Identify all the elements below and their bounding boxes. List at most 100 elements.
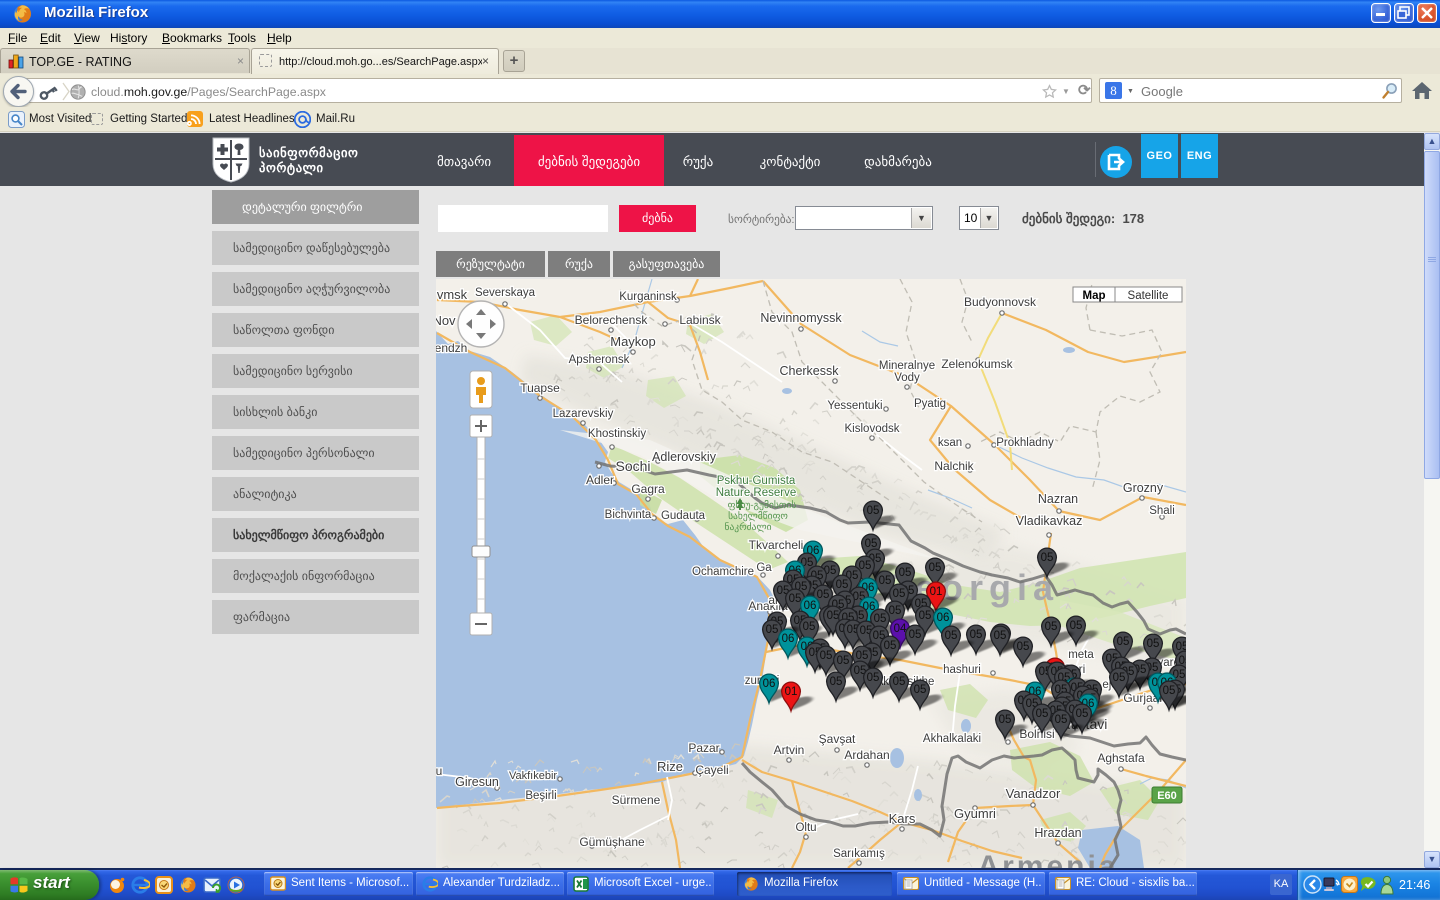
svg-text:vmsk: vmsk (437, 287, 468, 302)
svg-text:05: 05 (879, 575, 892, 587)
svg-text:Pyatig: Pyatig (914, 398, 946, 410)
svg-text:Sarıkamış: Sarıkamış (833, 848, 885, 860)
svg-text:Kislovodsk: Kislovodsk (845, 423, 900, 435)
svg-text:Artvin: Artvin (774, 743, 805, 757)
svg-text:05: 05 (914, 684, 927, 696)
svg-text:Vakfıkebir: Vakfıkebir (509, 770, 557, 782)
svg-text:05: 05 (1045, 621, 1058, 633)
svg-text:05: 05 (837, 655, 850, 667)
svg-text:meta: meta (1068, 649, 1094, 661)
svg-text:05: 05 (994, 630, 1007, 642)
svg-text:Nature Reserve: Nature Reserve (716, 487, 797, 499)
svg-text:05: 05 (827, 610, 840, 622)
svg-text:Sürmene: Sürmene (612, 793, 661, 807)
svg-text:Akhalkalaki: Akhalkalaki (923, 733, 981, 745)
svg-text:Nevinnomyssk: Nevinnomyssk (760, 311, 842, 325)
svg-text:04: 04 (894, 623, 907, 635)
svg-text:Satellite: Satellite (1128, 290, 1169, 302)
svg-text:Kurganinsk: Kurganinsk (619, 291, 677, 303)
svg-text:05: 05 (789, 593, 802, 605)
svg-text:05: 05 (820, 650, 833, 662)
svg-text:Çayeli: Çayeli (695, 763, 728, 777)
svg-text:Lazarevskiy: Lazarevskiy (553, 408, 614, 420)
svg-text:Pazar: Pazar (688, 741, 719, 755)
svg-text:05: 05 (889, 605, 902, 617)
svg-text:Maykop: Maykop (610, 334, 656, 349)
svg-text:05: 05 (836, 579, 849, 591)
svg-text:Prokhladny: Prokhladny (996, 437, 1054, 449)
svg-text:05: 05 (1117, 636, 1130, 648)
svg-text:06: 06 (804, 600, 817, 612)
svg-text:Cherkessk: Cherkessk (779, 364, 839, 378)
svg-text:05: 05 (766, 624, 779, 636)
svg-text:u: u (436, 764, 442, 778)
svg-text:Ga: Ga (756, 562, 772, 574)
svg-text:Ardahan: Ardahan (844, 748, 889, 762)
svg-text:hashuri: hashuri (943, 664, 981, 676)
svg-text:05: 05 (1036, 708, 1049, 720)
svg-text:Bichvinta: Bichvinta (605, 509, 652, 521)
svg-text:Oltu: Oltu (795, 822, 816, 834)
svg-text:05: 05 (867, 505, 880, 517)
svg-text:Vladikavkaz: Vladikavkaz (1016, 514, 1083, 528)
svg-text:05: 05 (1076, 708, 1089, 720)
svg-text:Rize: Rize (657, 759, 683, 774)
svg-text:06: 06 (937, 612, 950, 624)
svg-text:Armenia: Armenia (977, 850, 1118, 868)
svg-text:01: 01 (930, 586, 943, 598)
svg-text:05: 05 (1147, 638, 1160, 650)
svg-text:05: 05 (803, 621, 816, 633)
svg-text:Budyonnovsk: Budyonnovsk (964, 295, 1037, 309)
svg-text:Vanadzor: Vanadzor (1006, 786, 1061, 801)
svg-text:Tkvarcheli: Tkvarcheli (749, 538, 804, 552)
svg-text:Severskaya: Severskaya (475, 287, 536, 299)
svg-text:Ochamchire: Ochamchire (692, 566, 754, 578)
svg-text:05: 05 (899, 567, 912, 579)
svg-text:Map: Map (1083, 290, 1106, 302)
svg-text:05: 05 (856, 650, 869, 662)
svg-text:05: 05 (893, 676, 906, 688)
svg-text:05: 05 (1163, 685, 1176, 697)
svg-text:Aghstafa: Aghstafa (1097, 751, 1145, 765)
svg-text:Belorechensk: Belorechensk (575, 313, 649, 327)
svg-text:05: 05 (830, 676, 843, 688)
svg-text:05: 05 (867, 672, 880, 684)
svg-text:Tuapse: Tuapse (520, 381, 560, 395)
svg-text:Vody: Vody (894, 372, 920, 384)
svg-text:Nov: Nov (436, 313, 456, 328)
svg-text:05: 05 (817, 589, 830, 601)
svg-text:Mineralnye: Mineralnye (879, 360, 935, 372)
svg-text:Nalchik: Nalchik (934, 459, 974, 473)
svg-text:ნაკრძალი: ნაკრძალი (724, 521, 771, 533)
svg-text:Grozny: Grozny (1123, 481, 1164, 495)
svg-text:ksan: ksan (938, 437, 962, 449)
svg-text:ფსხუ-გუმისთის: ფსხუ-გუმისთის (728, 499, 797, 511)
svg-text:05: 05 (1017, 641, 1030, 653)
svg-text:Gagra: Gagra (631, 482, 665, 496)
svg-text:05: 05 (970, 629, 983, 641)
svg-text:Nazran: Nazran (1038, 492, 1078, 506)
svg-text:05: 05 (999, 714, 1012, 726)
svg-text:01: 01 (785, 686, 798, 698)
svg-text:Adlerovskiy: Adlerovskiy (652, 450, 717, 464)
svg-text:Sochi: Sochi (615, 458, 650, 474)
svg-text:05: 05 (1041, 552, 1054, 564)
svg-text:06: 06 (782, 633, 795, 645)
svg-text:05: 05 (945, 630, 958, 642)
svg-text:05: 05 (909, 629, 922, 641)
svg-text:Labinsk: Labinsk (679, 313, 721, 327)
svg-text:E60: E60 (1157, 790, 1177, 802)
svg-text:Giresun: Giresun (455, 775, 499, 789)
svg-text:Adler: Adler (586, 473, 614, 487)
svg-text:Şavşat: Şavşat (819, 732, 856, 746)
svg-text:Gyumri: Gyumri (954, 806, 996, 821)
svg-text:06: 06 (763, 678, 776, 690)
svg-text:05: 05 (929, 562, 942, 574)
svg-text:Pskhu-Gumista: Pskhu-Gumista (717, 475, 796, 487)
svg-text:05: 05 (865, 538, 878, 550)
svg-text:Khostinskiy: Khostinskiy (588, 428, 646, 440)
svg-text:05: 05 (1113, 672, 1126, 684)
svg-text:სახელმწიფო: სახელმწიფო (728, 510, 788, 522)
svg-text:05: 05 (1055, 714, 1068, 726)
svg-text:05: 05 (919, 610, 932, 622)
